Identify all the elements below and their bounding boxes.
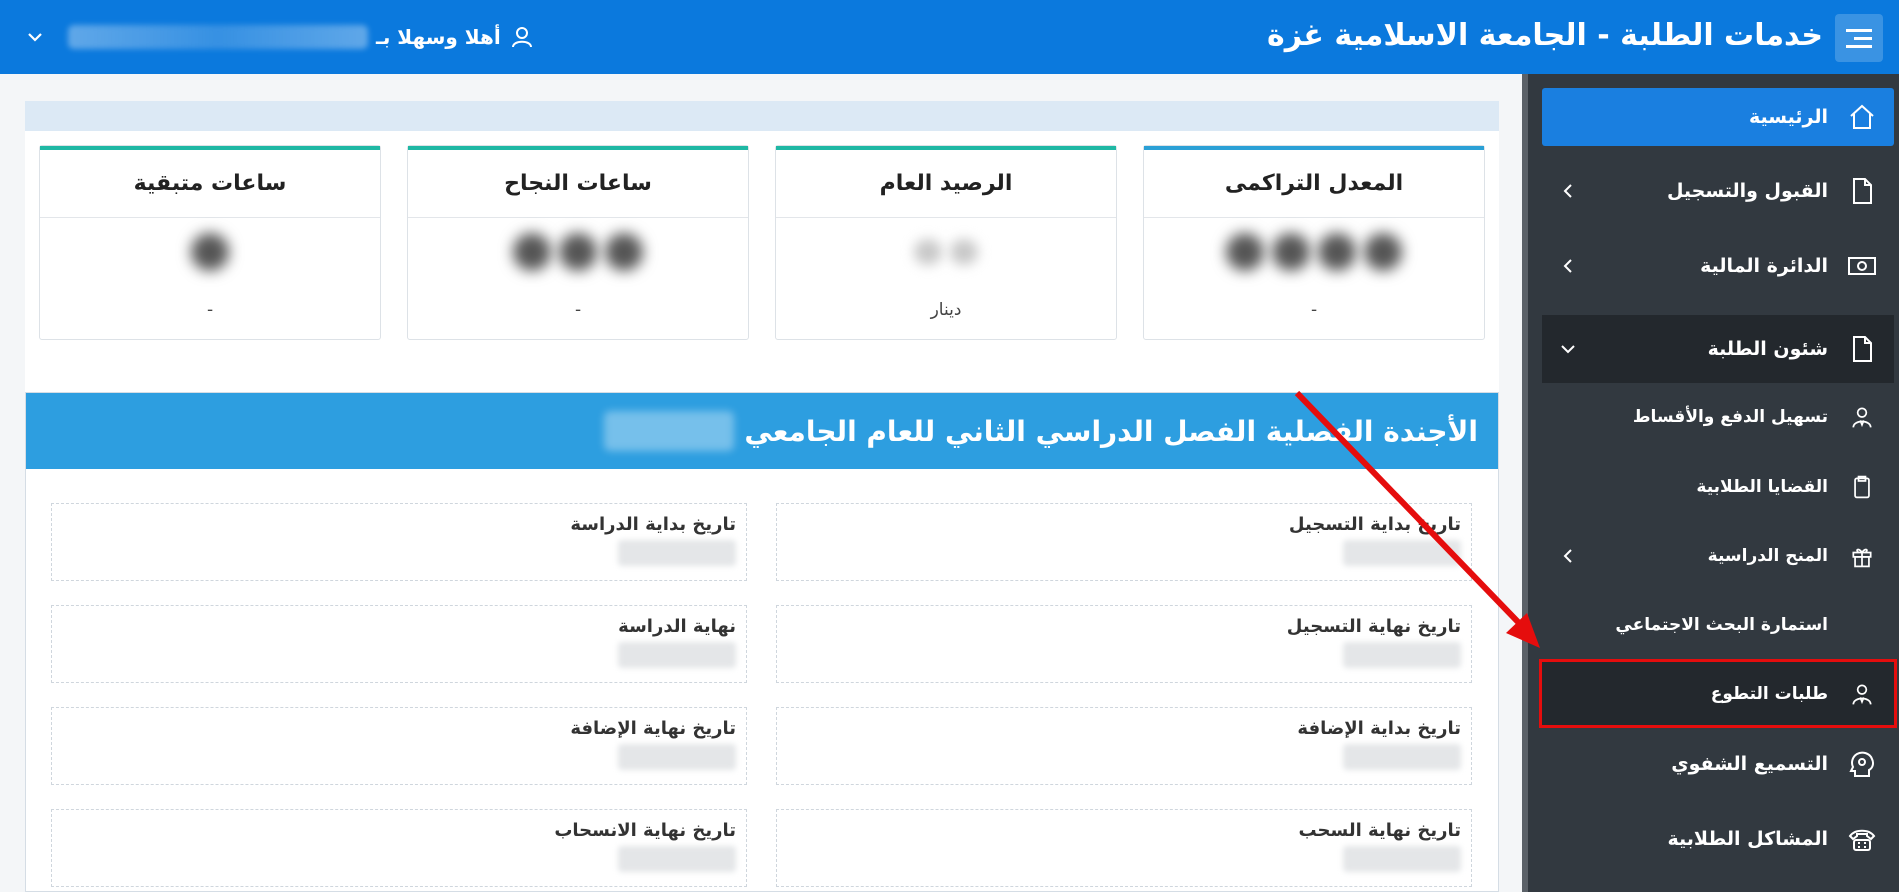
app-title: خدمات الطلبة - الجامعة الاسلامية غزة <box>1267 18 1823 53</box>
agenda-field: تاريخ نهاية الانسحاب <box>51 809 747 887</box>
top-header: خدمات الطلبة - الجامعة الاسلامية غزة أهل… <box>0 0 1899 74</box>
sidebar-item-admission[interactable]: القبول والتسجيل <box>1542 162 1894 220</box>
sidebar: الرئيسية القبول والتسجيل الدائرة المالية… <box>1522 74 1899 892</box>
sidebar-item-social-survey[interactable]: استمارة البحث الاجتماعي <box>1542 596 1894 654</box>
document-icon <box>1844 173 1880 209</box>
main-content: المعدل التراكمى - الرصيد العام دينار ساع… <box>0 74 1522 892</box>
field-label: نهاية الدراسة <box>618 616 736 637</box>
clipboard-icon <box>1844 469 1880 505</box>
field-value-redacted <box>618 540 736 566</box>
sidebar-item-label: الرئيسية <box>1749 106 1828 128</box>
gift-icon <box>1844 538 1880 574</box>
field-value-redacted <box>618 744 736 770</box>
sidebar-item-student-problems[interactable]: المشاكل الطلابية <box>1542 810 1894 868</box>
field-label: تاريخ نهاية السحب <box>1298 820 1462 841</box>
sidebar-item-label: تسهيل الدفع والأقساط <box>1632 407 1828 427</box>
agenda-panel: الأجندة الفصلية الفصل الدراسي الثاني للع… <box>25 392 1499 892</box>
stat-title: ساعات متبقية <box>40 150 380 218</box>
agenda-title: الأجندة الفصلية الفصل الدراسي الثاني للع… <box>744 414 1478 448</box>
chevron-down-icon[interactable] <box>26 28 44 46</box>
chevron-left-icon <box>1563 259 1572 273</box>
agenda-field: تاريخ نهاية الإضافة <box>51 707 747 785</box>
chevron-left-icon <box>1563 549 1572 563</box>
stat-title: المعدل التراكمى <box>1144 150 1484 218</box>
stats-panel: المعدل التراكمى - الرصيد العام دينار ساع… <box>25 131 1499 427</box>
stat-card-gpa: المعدل التراكمى - <box>1143 145 1485 340</box>
sidebar-item-label: شئون الطلبة <box>1707 338 1828 360</box>
sidebar-item-installments[interactable]: تسهيل الدفع والأقساط <box>1542 388 1894 446</box>
field-value-redacted <box>618 642 736 668</box>
stat-card-balance: الرصيد العام دينار <box>775 145 1117 340</box>
sidebar-item-label: القضايا الطلابية <box>1696 477 1828 497</box>
agenda-field: تاريخ بداية التسجيل <box>776 503 1472 581</box>
field-value-redacted <box>618 846 736 872</box>
stat-footer: - <box>574 300 582 320</box>
field-label: تاريخ بداية التسجيل <box>1288 514 1461 535</box>
field-label: تاريخ نهاية الانسحاب <box>554 820 736 841</box>
field-value-redacted <box>1343 642 1461 668</box>
agenda-field: تاريخ نهاية التسجيل <box>776 605 1472 683</box>
sidebar-item-oral-recitation[interactable]: التسميع الشفوي <box>1542 735 1894 793</box>
sidebar-item-finance[interactable]: الدائرة المالية <box>1542 237 1894 295</box>
sidebar-item-volunteer-requests[interactable]: طلبات التطوع <box>1539 659 1897 728</box>
head-speech-icon <box>1844 746 1880 782</box>
info-band <box>25 101 1499 131</box>
stat-footer: دينار <box>930 300 962 320</box>
money-icon <box>1844 248 1880 284</box>
document-icon <box>1844 331 1880 367</box>
sidebar-item-label: استمارة البحث الاجتماعي <box>1615 615 1828 635</box>
user-tie-icon <box>1844 676 1880 712</box>
sidebar-item-scholarships[interactable]: المنح الدراسية <box>1542 527 1894 585</box>
sidebar-item-label: الدائرة المالية <box>1700 255 1828 277</box>
stat-footer: - <box>1310 300 1318 320</box>
chevron-down-icon <box>1561 345 1575 354</box>
agenda-header: الأجندة الفصلية الفصل الدراسي الثاني للع… <box>26 393 1498 469</box>
field-value-redacted <box>1343 846 1461 872</box>
stat-card-remaining-hours: ساعات متبقية - <box>39 145 381 340</box>
user-menu[interactable]: أهلا وسهلا بـ <box>26 22 533 52</box>
stat-value-redacted <box>776 218 1116 286</box>
stat-value-redacted <box>40 218 380 286</box>
sidebar-item-home[interactable]: الرئيسية <box>1542 88 1894 146</box>
agenda-field: تاريخ نهاية السحب <box>776 809 1472 887</box>
phone-icon <box>1844 821 1880 857</box>
menu-icon <box>1846 29 1872 48</box>
stat-title: الرصيد العام <box>776 150 1116 218</box>
sidebar-item-label: التسميع الشفوي <box>1671 753 1828 775</box>
stat-card-passed-hours: ساعات النجاح - <box>407 145 749 340</box>
field-label: تاريخ نهاية التسجيل <box>1286 616 1461 637</box>
sidebar-item-label: القبول والتسجيل <box>1666 180 1828 202</box>
user-tie-icon <box>1844 399 1880 435</box>
sidebar-item-label: المشاكل الطلابية <box>1667 828 1828 850</box>
sidebar-item-label: طلبات التطوع <box>1710 683 1828 704</box>
field-label: تاريخ نهاية الإضافة <box>570 718 736 739</box>
home-icon <box>1844 99 1880 135</box>
welcome-text: أهلا وسهلا بـ <box>376 25 501 49</box>
field-label: تاريخ بداية الدراسة <box>570 514 736 535</box>
user-icon <box>511 27 532 48</box>
chevron-left-icon <box>1563 184 1572 198</box>
sidebar-item-student-affairs[interactable]: شئون الطلبة <box>1542 315 1894 383</box>
stat-footer: - <box>206 300 214 320</box>
stat-title: ساعات النجاح <box>408 150 748 218</box>
field-value-redacted <box>1343 540 1461 566</box>
agenda-field: تاريخ بداية الإضافة <box>776 707 1472 785</box>
sidebar-item-student-cases[interactable]: القضايا الطلابية <box>1542 458 1894 516</box>
sidebar-item-label: المنح الدراسية <box>1707 546 1828 566</box>
field-label: تاريخ بداية الإضافة <box>1297 718 1461 739</box>
menu-toggle-button[interactable] <box>1835 14 1883 62</box>
agenda-field: تاريخ بداية الدراسة <box>51 503 747 581</box>
user-name-redacted <box>68 25 368 49</box>
academic-year-redacted <box>604 411 735 451</box>
agenda-field: نهاية الدراسة <box>51 605 747 683</box>
stat-value-redacted <box>1144 218 1484 286</box>
field-value-redacted <box>1343 744 1461 770</box>
stat-value-redacted <box>408 218 748 286</box>
